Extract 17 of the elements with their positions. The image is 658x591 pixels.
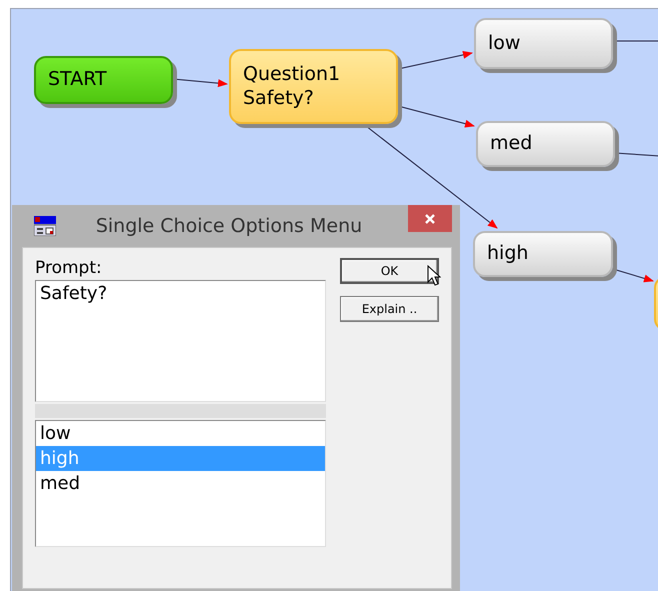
- explain-button[interactable]: Explain ..: [340, 296, 439, 322]
- node-label: Safety?: [243, 86, 315, 110]
- node-label: high: [487, 242, 530, 266]
- list-item[interactable]: low: [36, 421, 325, 446]
- list-item[interactable]: med: [36, 471, 325, 496]
- ok-button[interactable]: OK: [340, 258, 439, 284]
- mouse-pointer-icon: [427, 265, 441, 287]
- app-icon: [34, 216, 56, 236]
- dialog-title: Single Choice Options Menu: [94, 215, 364, 237]
- node-label: med: [490, 132, 534, 156]
- node-label: Question1: [243, 62, 342, 86]
- close-button[interactable]: [408, 205, 452, 232]
- node-label: START: [48, 68, 108, 92]
- close-icon: [424, 212, 436, 224]
- prompt-field[interactable]: Safety?: [35, 280, 326, 402]
- prompt-label: Prompt:: [35, 258, 103, 278]
- node-label: low: [488, 32, 522, 56]
